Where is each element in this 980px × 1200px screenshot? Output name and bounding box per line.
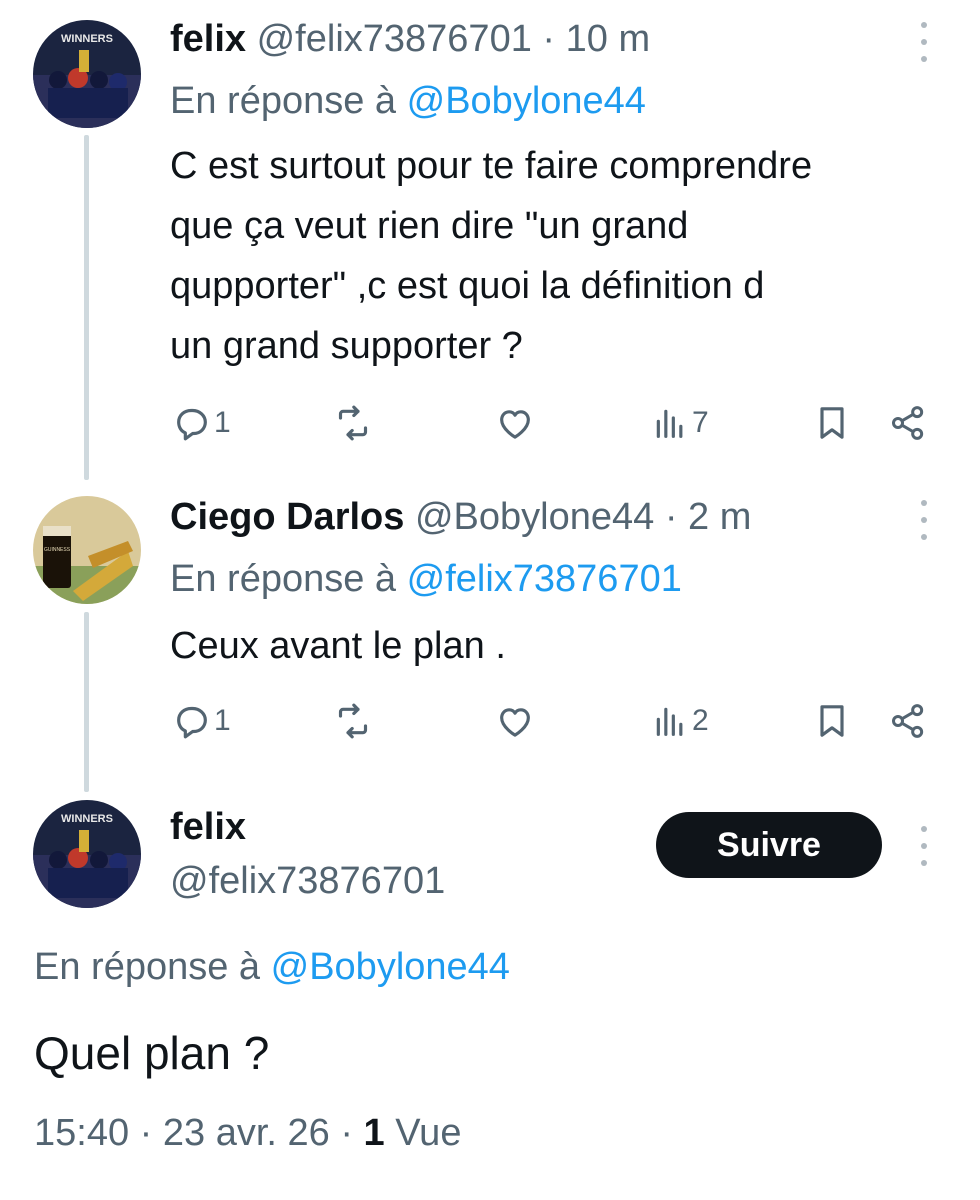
avatar[interactable]: WINNERS (33, 20, 141, 128)
reply-icon (177, 706, 207, 739)
user-handle[interactable]: @Bobylone44 (415, 496, 654, 538)
more-icon[interactable] (912, 826, 936, 866)
reply-prefix: En réponse à (170, 80, 397, 122)
view-label: Vue (395, 1112, 462, 1154)
follow-button[interactable]: Suivre (656, 812, 882, 878)
share-button[interactable] (888, 398, 928, 448)
action-bar: 1 2 (0, 696, 980, 746)
display-name-line: felix (170, 808, 246, 846)
tweet-meta: 15:40 · 23 avr. 26 · 1 Vue (34, 1114, 461, 1152)
user-handle[interactable]: @felix73876701 (170, 860, 445, 902)
more-icon[interactable] (912, 500, 936, 540)
like-icon (500, 708, 530, 737)
avatar-brand-text: GUINNESS (44, 547, 71, 553)
views-button[interactable]: 2 (650, 696, 709, 746)
retweet-icon (338, 703, 368, 739)
bookmark-button[interactable] (812, 696, 852, 746)
tweet-time[interactable]: · 10 m (542, 18, 650, 60)
views-count: 7 (692, 406, 709, 439)
avatar-badge-text: WINNERS (61, 813, 113, 825)
reply-button[interactable]: 1 (172, 398, 231, 448)
reply-count: 1 (214, 704, 231, 737)
display-name[interactable]: felix (170, 18, 246, 60)
tweet-timestamp[interactable]: 15:40 · 23 avr. 26 · (34, 1112, 353, 1154)
retweet-button[interactable] (333, 696, 373, 746)
focused-tweet: WINNERS felix @felix73876701 Suivre En r… (0, 780, 980, 1200)
views-button[interactable]: 7 (650, 398, 709, 448)
reply-button[interactable]: 1 (172, 696, 231, 746)
reply-prefix: En réponse à (34, 946, 261, 988)
avatar-badge-text: WINNERS (61, 33, 113, 45)
view-count: 1 (363, 1112, 385, 1154)
reply-count: 1 (214, 406, 231, 439)
bookmark-button[interactable] (812, 398, 852, 448)
handle-line: @felix73876701 (170, 862, 445, 900)
like-button[interactable] (495, 696, 535, 746)
reply-mention-link[interactable]: @Bobylone44 (407, 80, 646, 122)
more-icon[interactable] (912, 22, 936, 62)
avatar[interactable]: GUINNESS (33, 496, 141, 604)
tweet-text: C est surtout pour te faire comprendre q… (170, 145, 813, 367)
bookmark-icon (820, 407, 844, 439)
views-icon (656, 409, 683, 438)
tweet-text: Ceux avant le plan . (170, 625, 506, 667)
retweet-button[interactable] (333, 398, 373, 448)
tweet-text: Quel plan ? (34, 1027, 270, 1079)
reply-context: En réponse à @Bobylone44 (34, 948, 510, 986)
reply-context: En réponse à @Bobylone44 (170, 82, 646, 120)
avatar[interactable]: WINNERS (33, 800, 141, 908)
bookmark-icon (820, 705, 844, 737)
like-button[interactable] (495, 398, 535, 448)
retweet-icon (338, 405, 368, 441)
share-button[interactable] (888, 696, 928, 746)
reply-prefix: En réponse à (170, 558, 397, 600)
tweet[interactable]: GUINNESS Ciego Darlos @Bobylone44 · 2 m … (0, 480, 980, 780)
action-bar: 1 7 (0, 398, 980, 448)
tweet-time[interactable]: · 2 m (665, 496, 752, 538)
like-icon (500, 410, 530, 439)
tweet[interactable]: WINNERS felix @felix73876701 · 10 m En r… (0, 0, 980, 480)
reply-icon (177, 408, 207, 441)
reply-context: En réponse à @felix73876701 (170, 560, 682, 598)
tweet-header: felix @felix73876701 · 10 m (170, 20, 650, 58)
share-icon (891, 406, 924, 440)
display-name[interactable]: Ciego Darlos (170, 496, 404, 538)
display-name[interactable]: felix (170, 806, 246, 848)
views-icon (656, 707, 683, 736)
views-count: 2 (692, 704, 709, 737)
reply-mention-link[interactable]: @felix73876701 (407, 558, 682, 600)
user-handle[interactable]: @felix73876701 (257, 18, 532, 60)
reply-mention-link[interactable]: @Bobylone44 (271, 946, 510, 988)
tweet-header: Ciego Darlos @Bobylone44 · 2 m (170, 498, 751, 536)
share-icon (891, 704, 924, 738)
